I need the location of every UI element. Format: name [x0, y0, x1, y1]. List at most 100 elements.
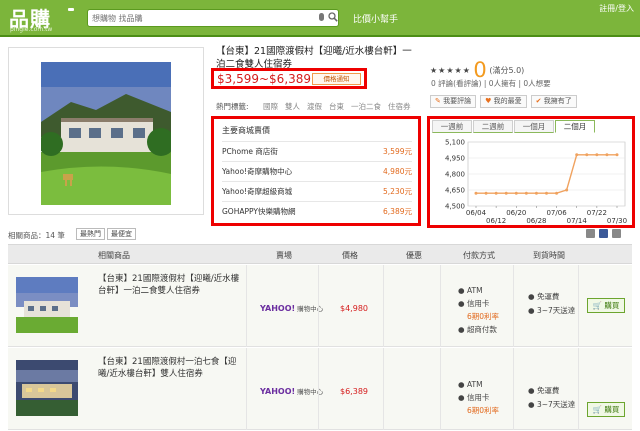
store-logo-text: YAHOO!: [260, 304, 296, 313]
favorite-button[interactable]: ♥ 我的最愛: [480, 95, 527, 108]
price-history-chart: 5,100 4,950 4,800 4,650 4,50006/04 06/20 07/06…: [445, 139, 627, 226]
column-divider: [246, 265, 247, 347]
column-header-price[interactable]: 價格: [342, 250, 358, 261]
chart-data-point: [595, 153, 599, 157]
seller-name: Yahoo!奇摩超級商城: [222, 187, 293, 196]
email-icon[interactable]: [612, 229, 621, 238]
price-history-panel: 一週前 二週前 一個月 二個月 5,100 4,950 4,800 4,650 4,50…: [427, 116, 635, 228]
chart-x-tick-label: 07/06: [546, 209, 567, 217]
top-navigation-bar: 品購 pingle.com.tw 比價小幫手 註冊/登入: [0, 0, 640, 37]
review-stats[interactable]: 0 評論(看評論) | 0人擁有 | 0人想要: [431, 78, 551, 89]
seller-row[interactable]: Yahoo!奇摩購物中心 4,980元: [222, 161, 412, 180]
price-notify-label: 價格通知: [323, 75, 350, 83]
column-divider: [578, 348, 579, 430]
tab-one-week[interactable]: 一週前: [432, 120, 472, 133]
shipping-item: 免運費: [536, 292, 560, 301]
column-divider: [318, 348, 319, 430]
chart-data-point: [555, 191, 559, 195]
buy-button[interactable]: 🛒 購買: [587, 298, 625, 313]
chart-data-point: [514, 191, 518, 195]
row-price: $6,389: [340, 387, 368, 396]
table-row: 【台東】21國際渡假村一泊七食【迎曦/近水樓台軒】雙人住宿券 YAHOO! 購物中…: [8, 348, 632, 430]
column-header-shipping: 到貨時間: [533, 251, 565, 260]
row-product-title[interactable]: 【台東】21國際渡假村一泊七食【迎曦/近水樓台軒】雙人住宿券: [98, 356, 240, 380]
sellers-title: 主要商城賣價: [222, 126, 270, 135]
cart-icon: 🛒: [592, 301, 602, 310]
payment-method: ATM: [466, 286, 483, 295]
tag-link[interactable]: 渡假: [307, 101, 322, 112]
tab-two-months[interactable]: 二個月: [555, 120, 595, 133]
price-notify-button[interactable]: 價格通知: [312, 73, 361, 85]
chart-y-tick-label: 4,800: [445, 171, 465, 179]
column-header-discount: 優惠: [406, 251, 422, 260]
chart-range-tabs: 一週前 二週前 一個月 二個月: [432, 120, 596, 133]
rating-stars: ★★★★★: [430, 66, 471, 75]
hot-tags-list: 國際 雙人 渡假 台東 一泊二食 住宿券: [263, 101, 411, 112]
microphone-icon[interactable]: [319, 13, 324, 21]
row-product-thumbnail[interactable]: [16, 360, 78, 416]
tab-two-weeks[interactable]: 二週前: [473, 120, 513, 133]
row-price: $4,980: [340, 304, 368, 313]
seller-price: 3,599元: [383, 147, 412, 156]
store-logo-text: YAHOO!: [260, 387, 296, 396]
sort-cheapest-button[interactable]: 最便宜: [107, 228, 136, 240]
chart-x-tick-label: 07/14: [567, 217, 588, 225]
write-review-button[interactable]: ✎ 我要評論: [430, 95, 477, 108]
chart-data-point: [575, 153, 579, 157]
row-product-title[interactable]: 【台東】21國際渡假村【迎曦/近水樓台軒】一泊二食雙人住宿券: [98, 273, 240, 297]
seller-price: 5,230元: [383, 187, 412, 196]
tag-link[interactable]: 一泊二食: [351, 101, 381, 112]
check-icon: ✔: [535, 97, 542, 105]
shipping-info: ● 免運費 ● 3~7天送達: [528, 386, 576, 409]
search-input[interactable]: [92, 11, 312, 25]
chart-data-point: [585, 153, 589, 157]
seller-row[interactable]: GOHAPPY快樂購物網 6,389元: [222, 201, 412, 220]
seller-price: 6,389元: [383, 207, 412, 216]
related-count: 相關商品：14 筆: [8, 231, 65, 240]
payment-method: 信用卡: [466, 393, 490, 402]
row-product-thumbnail[interactable]: [16, 277, 78, 333]
tab-one-month[interactable]: 一個月: [514, 120, 554, 133]
own-it-button[interactable]: ✔ 我擁有了: [530, 95, 577, 108]
facebook-icon[interactable]: [599, 229, 608, 238]
column-divider: [440, 348, 441, 430]
chart-data-point: [545, 191, 548, 195]
print-icon[interactable]: [586, 229, 595, 238]
shipping-item: 免運費: [536, 386, 560, 395]
tag-link[interactable]: 台東: [329, 101, 344, 112]
column-header-payment: 付款方式: [463, 251, 495, 260]
shipping-info: ● 免運費 ● 3~7天送達: [528, 292, 576, 315]
shipping-item: 3~7天送達: [536, 400, 576, 409]
payment-method: 信用卡: [466, 299, 490, 308]
column-divider: [578, 265, 579, 347]
tag-link[interactable]: 國際: [263, 101, 278, 112]
favorite-label: 我的最愛: [493, 97, 522, 105]
compare-helper-link[interactable]: 比價小幫手: [353, 12, 398, 25]
sort-popular-button[interactable]: 最熱門: [76, 228, 105, 240]
chart-data-point: [534, 191, 538, 195]
payment-methods: ● ATM ● 信用卡 6期0利率: [458, 380, 500, 415]
store-logo-subtext: 購物中心: [297, 305, 324, 313]
tag-link[interactable]: 住宿券: [388, 101, 411, 112]
payment-method: 超商付款: [466, 325, 497, 334]
rating-max-note: (滿分5.0): [489, 66, 525, 75]
seller-row[interactable]: Yahoo!奇摩超級商城 5,230元: [222, 181, 412, 200]
product-photo[interactable]: [41, 62, 171, 205]
column-divider: [383, 265, 384, 347]
column-header-store: 賣場: [276, 251, 292, 260]
store-logo[interactable]: YAHOO! 購物中心: [260, 303, 323, 313]
buy-label: 購買: [604, 405, 620, 414]
buy-button[interactable]: 🛒 購買: [587, 402, 625, 417]
price-range-box: $3,599~$6,389 價格通知: [211, 68, 367, 89]
store-logo[interactable]: YAHOO! 購物中心: [260, 386, 323, 396]
tag-link[interactable]: 雙人: [285, 101, 300, 112]
chart-data-point: [524, 191, 528, 195]
seller-name: Yahoo!奇摩購物中心: [222, 167, 293, 176]
login-link[interactable]: 註冊/登入: [599, 3, 634, 14]
logo-accent-icon: [68, 8, 74, 11]
search-icon[interactable]: [328, 12, 338, 22]
chart-x-tick-label: 06/28: [526, 217, 546, 225]
chart-data-point: [565, 188, 569, 192]
hot-tags-label: 熱門標籤:: [216, 102, 249, 111]
seller-row[interactable]: PChome 商店街 3,599元: [222, 141, 412, 160]
